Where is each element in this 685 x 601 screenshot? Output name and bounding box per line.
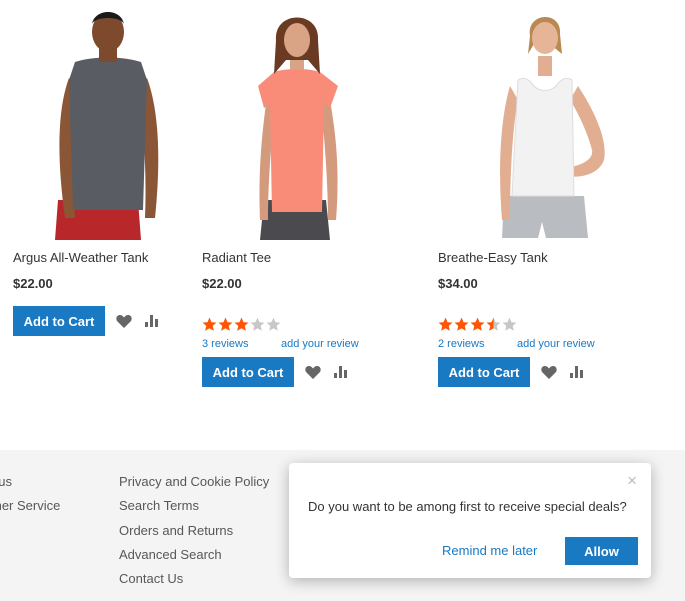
compare-icon[interactable] (145, 315, 159, 327)
footer-link-advanced-search[interactable]: Advanced Search (119, 543, 269, 567)
reviews-link[interactable]: 2 reviews (438, 338, 484, 350)
product-item-argus: Argus All-Weather Tank $22.00 Add to Car… (13, 0, 203, 340)
compare-icon[interactable] (570, 366, 584, 378)
heart-icon[interactable] (541, 365, 557, 379)
star-icon (250, 317, 265, 331)
product-photo-woman-tank (500, 16, 605, 238)
product-photo-man-tank (55, 12, 159, 240)
star-icon (218, 317, 233, 331)
footer-links: Privacy and Cookie Policy Search Terms O… (119, 470, 269, 591)
rating-summary (438, 317, 517, 332)
notification-popup: × Do you want to be among first to recei… (289, 463, 651, 578)
product-image[interactable] (13, 0, 203, 240)
product-item-breathe-easy: Breathe-Easy Tank $34.00 2 reviews add y… (438, 0, 628, 390)
star-icon (234, 317, 249, 331)
star-icon (202, 317, 217, 331)
allow-button[interactable]: Allow (565, 537, 638, 565)
product-name[interactable]: Breathe-Easy Tank (438, 250, 548, 265)
star-icon (438, 317, 453, 331)
product-actions: Add to Cart (13, 306, 159, 336)
product-item-radiant-tee: Radiant Tee $22.00 3 reviews add your re… (202, 0, 392, 390)
footer-link-privacy[interactable]: Privacy and Cookie Policy (119, 470, 269, 494)
popup-message: Do you want to be among first to receive… (308, 499, 627, 514)
product-photo-woman-tee (258, 17, 338, 240)
star-icon (502, 317, 517, 331)
footer-link-orders-returns[interactable]: Orders and Returns (119, 519, 269, 543)
rating-summary (202, 317, 281, 332)
footer-link-about[interactable]: t us (0, 470, 60, 494)
compare-icon[interactable] (334, 366, 348, 378)
product-price: $22.00 (202, 276, 242, 291)
rating-stars (438, 317, 517, 332)
footer-link-search-terms[interactable]: Search Terms (119, 494, 269, 518)
rating-stars (202, 317, 281, 332)
close-icon[interactable]: × (627, 472, 637, 489)
product-name[interactable]: Radiant Tee (202, 250, 271, 265)
product-actions: Add to Cart (438, 357, 584, 387)
product-image[interactable] (202, 0, 392, 240)
remind-later-button[interactable]: Remind me later (442, 543, 537, 558)
add-review-link[interactable]: add your review (281, 338, 359, 350)
star-icon (470, 317, 485, 331)
add-to-cart-button[interactable]: Add to Cart (13, 306, 105, 336)
heart-icon[interactable] (116, 314, 132, 328)
star-icon (486, 317, 501, 331)
add-to-cart-button[interactable]: Add to Cart (438, 357, 530, 387)
product-price: $34.00 (438, 276, 478, 291)
reviews-link[interactable]: 3 reviews (202, 338, 248, 350)
add-review-link[interactable]: add your review (517, 338, 595, 350)
add-to-cart-button[interactable]: Add to Cart (202, 357, 294, 387)
heart-icon[interactable] (305, 365, 321, 379)
footer-link-contact[interactable]: Contact Us (119, 567, 269, 591)
product-image[interactable] (438, 0, 628, 240)
star-icon (454, 317, 469, 331)
product-name[interactable]: Argus All-Weather Tank (13, 250, 148, 265)
footer-links-left: t us mer Service (0, 470, 60, 519)
star-icon (266, 317, 281, 331)
product-price: $22.00 (13, 276, 53, 291)
footer-link-customer-service[interactable]: mer Service (0, 494, 60, 518)
product-actions: Add to Cart (202, 357, 348, 387)
